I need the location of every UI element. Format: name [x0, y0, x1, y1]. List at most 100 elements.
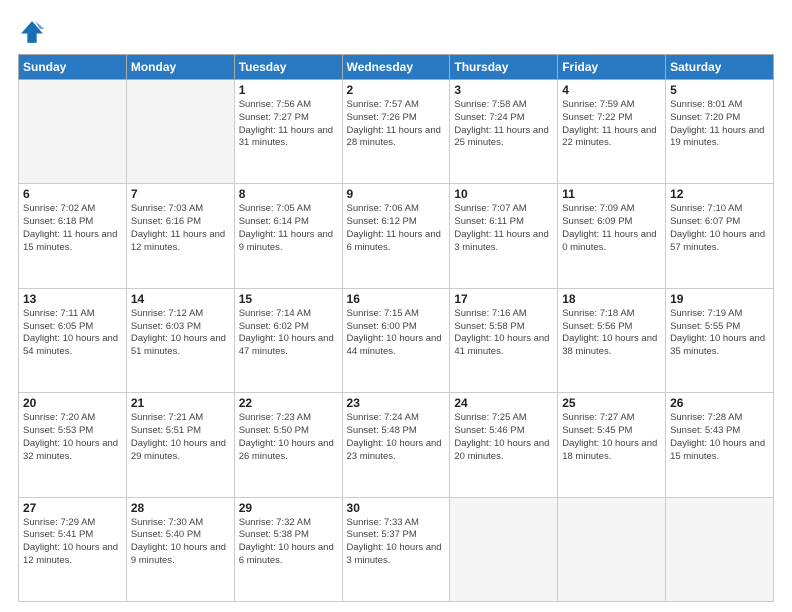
day-number: 16	[347, 292, 446, 306]
day-number: 4	[562, 83, 661, 97]
day-info: Sunrise: 7:28 AM Sunset: 5:43 PM Dayligh…	[670, 412, 769, 463]
day-info: Sunrise: 7:12 AM Sunset: 6:03 PM Dayligh…	[131, 308, 230, 359]
day-info: Sunrise: 7:03 AM Sunset: 6:16 PM Dayligh…	[131, 203, 230, 254]
calendar-header-row: SundayMondayTuesdayWednesdayThursdayFrid…	[19, 55, 774, 80]
day-info: Sunrise: 7:02 AM Sunset: 6:18 PM Dayligh…	[23, 203, 122, 254]
header	[18, 18, 774, 46]
calendar-header-monday: Monday	[126, 55, 234, 80]
calendar-cell: 3 Sunrise: 7:58 AM Sunset: 7:24 PM Daylig…	[450, 80, 558, 184]
day-info: Sunrise: 7:56 AM Sunset: 7:27 PM Dayligh…	[239, 99, 338, 150]
day-info: Sunrise: 7:25 AM Sunset: 5:46 PM Dayligh…	[454, 412, 553, 463]
day-number: 22	[239, 396, 338, 410]
day-info: Sunrise: 7:20 AM Sunset: 5:53 PM Dayligh…	[23, 412, 122, 463]
calendar-cell: 25 Sunrise: 7:27 AM Sunset: 5:45 PM Dayli…	[558, 393, 666, 497]
day-number: 14	[131, 292, 230, 306]
day-number: 12	[670, 187, 769, 201]
calendar-cell: 5Sunrise: 8:01 AM Sunset: 7:20 PM Daylig…	[666, 80, 774, 184]
day-number: 25	[562, 396, 661, 410]
day-number: 30	[347, 501, 446, 515]
day-number: 23	[347, 396, 446, 410]
day-number: 18	[562, 292, 661, 306]
day-info: Sunrise: 7:14 AM Sunset: 6:02 PM Dayligh…	[239, 308, 338, 359]
day-number: 9	[347, 187, 446, 201]
calendar-week-1: 1 Sunrise: 7:56 AM Sunset: 7:27 PM Daylig…	[19, 80, 774, 184]
day-info: Sunrise: 7:33 AM Sunset: 5:37 PM Dayligh…	[347, 517, 446, 568]
calendar-cell: 10 Sunrise: 7:07 AM Sunset: 6:11 PM Dayli…	[450, 184, 558, 288]
calendar-cell: 23 Sunrise: 7:24 AM Sunset: 5:48 PM Dayli…	[342, 393, 450, 497]
day-info: Sunrise: 7:05 AM Sunset: 6:14 PM Dayligh…	[239, 203, 338, 254]
day-number: 7	[131, 187, 230, 201]
calendar-cell: 20Sunrise: 7:20 AM Sunset: 5:53 PM Dayli…	[19, 393, 127, 497]
calendar-cell	[666, 497, 774, 601]
day-info: Sunrise: 7:21 AM Sunset: 5:51 PM Dayligh…	[131, 412, 230, 463]
logo	[18, 18, 50, 46]
day-info: Sunrise: 7:18 AM Sunset: 5:56 PM Dayligh…	[562, 308, 661, 359]
calendar-header-thursday: Thursday	[450, 55, 558, 80]
calendar-cell: 21Sunrise: 7:21 AM Sunset: 5:51 PM Dayli…	[126, 393, 234, 497]
calendar-cell: 17 Sunrise: 7:16 AM Sunset: 5:58 PM Dayli…	[450, 288, 558, 392]
calendar-cell: 1 Sunrise: 7:56 AM Sunset: 7:27 PM Daylig…	[234, 80, 342, 184]
calendar-header-tuesday: Tuesday	[234, 55, 342, 80]
calendar-cell: 15 Sunrise: 7:14 AM Sunset: 6:02 PM Dayli…	[234, 288, 342, 392]
calendar-cell	[126, 80, 234, 184]
day-number: 15	[239, 292, 338, 306]
day-number: 1	[239, 83, 338, 97]
day-number: 27	[23, 501, 122, 515]
day-number: 19	[670, 292, 769, 306]
calendar-cell: 2Sunrise: 7:57 AM Sunset: 7:26 PM Daylig…	[342, 80, 450, 184]
calendar-cell: 18 Sunrise: 7:18 AM Sunset: 5:56 PM Dayli…	[558, 288, 666, 392]
day-number: 13	[23, 292, 122, 306]
calendar-cell: 19 Sunrise: 7:19 AM Sunset: 5:55 PM Dayli…	[666, 288, 774, 392]
day-info: Sunrise: 7:24 AM Sunset: 5:48 PM Dayligh…	[347, 412, 446, 463]
day-info: Sunrise: 7:07 AM Sunset: 6:11 PM Dayligh…	[454, 203, 553, 254]
day-info: Sunrise: 7:09 AM Sunset: 6:09 PM Dayligh…	[562, 203, 661, 254]
day-info: Sunrise: 7:27 AM Sunset: 5:45 PM Dayligh…	[562, 412, 661, 463]
day-number: 28	[131, 501, 230, 515]
calendar-cell: 9 Sunrise: 7:06 AM Sunset: 6:12 PM Daylig…	[342, 184, 450, 288]
day-number: 11	[562, 187, 661, 201]
day-number: 29	[239, 501, 338, 515]
day-info: Sunrise: 7:11 AM Sunset: 6:05 PM Dayligh…	[23, 308, 122, 359]
calendar-week-2: 6 Sunrise: 7:02 AM Sunset: 6:18 PM Daylig…	[19, 184, 774, 288]
calendar-cell: 30 Sunrise: 7:33 AM Sunset: 5:37 PM Dayli…	[342, 497, 450, 601]
calendar-cell: 7 Sunrise: 7:03 AM Sunset: 6:16 PM Daylig…	[126, 184, 234, 288]
calendar-cell: 24Sunrise: 7:25 AM Sunset: 5:46 PM Dayli…	[450, 393, 558, 497]
day-info: Sunrise: 7:15 AM Sunset: 6:00 PM Dayligh…	[347, 308, 446, 359]
calendar-header-saturday: Saturday	[666, 55, 774, 80]
calendar-week-4: 20Sunrise: 7:20 AM Sunset: 5:53 PM Dayli…	[19, 393, 774, 497]
day-info: Sunrise: 7:57 AM Sunset: 7:26 PM Dayligh…	[347, 99, 446, 150]
calendar-cell: 14 Sunrise: 7:12 AM Sunset: 6:03 PM Dayli…	[126, 288, 234, 392]
calendar-cell: 28 Sunrise: 7:30 AM Sunset: 5:40 PM Dayli…	[126, 497, 234, 601]
calendar-cell: 13 Sunrise: 7:11 AM Sunset: 6:05 PM Dayli…	[19, 288, 127, 392]
day-number: 8	[239, 187, 338, 201]
calendar-header-wednesday: Wednesday	[342, 55, 450, 80]
day-info: Sunrise: 7:16 AM Sunset: 5:58 PM Dayligh…	[454, 308, 553, 359]
day-info: Sunrise: 7:10 AM Sunset: 6:07 PM Dayligh…	[670, 203, 769, 254]
calendar-table: SundayMondayTuesdayWednesdayThursdayFrid…	[18, 54, 774, 602]
calendar-cell: 4 Sunrise: 7:59 AM Sunset: 7:22 PM Daylig…	[558, 80, 666, 184]
calendar-week-3: 13 Sunrise: 7:11 AM Sunset: 6:05 PM Dayli…	[19, 288, 774, 392]
calendar-cell: 26Sunrise: 7:28 AM Sunset: 5:43 PM Dayli…	[666, 393, 774, 497]
calendar-cell	[450, 497, 558, 601]
day-number: 6	[23, 187, 122, 201]
calendar-cell: 16 Sunrise: 7:15 AM Sunset: 6:00 PM Dayli…	[342, 288, 450, 392]
calendar-cell: 29Sunrise: 7:32 AM Sunset: 5:38 PM Dayli…	[234, 497, 342, 601]
day-number: 10	[454, 187, 553, 201]
day-number: 3	[454, 83, 553, 97]
calendar-header-sunday: Sunday	[19, 55, 127, 80]
day-info: Sunrise: 7:58 AM Sunset: 7:24 PM Dayligh…	[454, 99, 553, 150]
calendar-cell: 22 Sunrise: 7:23 AM Sunset: 5:50 PM Dayli…	[234, 393, 342, 497]
day-info: Sunrise: 7:19 AM Sunset: 5:55 PM Dayligh…	[670, 308, 769, 359]
calendar-week-5: 27 Sunrise: 7:29 AM Sunset: 5:41 PM Dayli…	[19, 497, 774, 601]
day-info: Sunrise: 7:23 AM Sunset: 5:50 PM Dayligh…	[239, 412, 338, 463]
calendar-cell: 8 Sunrise: 7:05 AM Sunset: 6:14 PM Daylig…	[234, 184, 342, 288]
day-number: 5	[670, 83, 769, 97]
day-number: 17	[454, 292, 553, 306]
calendar-cell: 6 Sunrise: 7:02 AM Sunset: 6:18 PM Daylig…	[19, 184, 127, 288]
day-info: Sunrise: 7:29 AM Sunset: 5:41 PM Dayligh…	[23, 517, 122, 568]
day-info: Sunrise: 7:59 AM Sunset: 7:22 PM Dayligh…	[562, 99, 661, 150]
day-info: Sunrise: 7:30 AM Sunset: 5:40 PM Dayligh…	[131, 517, 230, 568]
day-info: Sunrise: 7:06 AM Sunset: 6:12 PM Dayligh…	[347, 203, 446, 254]
calendar-cell: 12 Sunrise: 7:10 AM Sunset: 6:07 PM Dayli…	[666, 184, 774, 288]
calendar-header-friday: Friday	[558, 55, 666, 80]
